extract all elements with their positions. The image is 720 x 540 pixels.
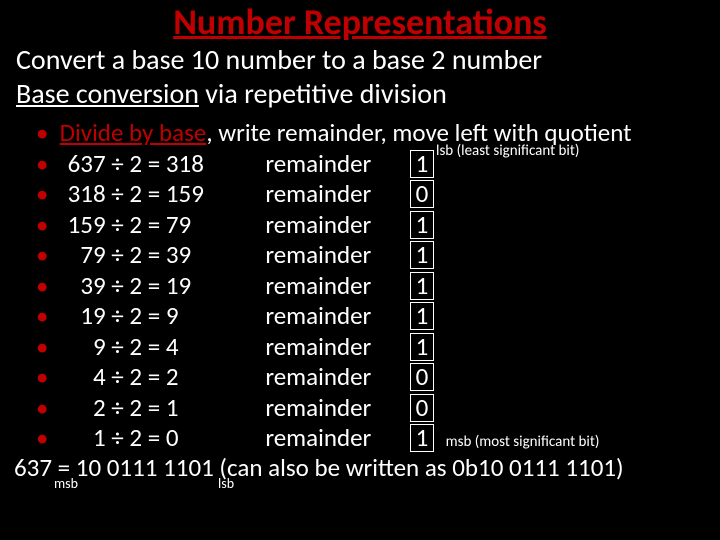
bullet-icon: • — [36, 118, 54, 149]
division-row: • 9 ÷ 2 = 4 remainder 1 — [36, 332, 720, 363]
lead-bullet: • Divide by base, write remainder, move … — [36, 118, 720, 149]
bullet-list: • Divide by base, write remainder, move … — [0, 110, 720, 454]
division-row: • 637 ÷ 2 = 318 remainder 1 — [36, 149, 720, 180]
lead-red: Divide by base — [60, 117, 207, 148]
division-row: • 4 ÷ 2 = 2 remainder 0 — [36, 362, 720, 393]
msb-note: msb (most significant bit) — [446, 433, 600, 451]
bullet-icon: • — [36, 179, 54, 210]
remainder-bit: 1 — [410, 333, 434, 361]
bullet-icon: • — [36, 301, 54, 332]
bullet-icon: • — [36, 362, 54, 393]
division-row: • 159 ÷ 2 = 79 remainder 1 — [36, 210, 720, 241]
remainder-bit: 0 — [410, 363, 434, 391]
remainder-bit: 0 — [410, 394, 434, 422]
sub-labels: msb lsb — [0, 481, 720, 499]
slide-title: Number Representations — [0, 0, 720, 42]
bullet-icon: • — [36, 149, 54, 180]
division-row: • 1 ÷ 2 = 0 remainder 1 msb (most signif… — [36, 423, 720, 454]
remainder-bit: 0 — [410, 180, 434, 208]
bullet-icon: • — [36, 393, 54, 424]
remainder-bit: 1 — [410, 241, 434, 269]
bullet-icon: • — [36, 332, 54, 363]
division-row: • 2 ÷ 2 = 1 remainder 0 — [36, 393, 720, 424]
division-row: • 19 ÷ 2 = 9 remainder 1 — [36, 301, 720, 332]
subtitle-underlined: Base conversion — [16, 76, 199, 111]
subtitle-line-2: Base conversion via repetitive division — [0, 78, 720, 110]
slide: { "title": "Number Representations", "su… — [0, 0, 720, 540]
remainder-bit: 1 — [410, 150, 434, 178]
msb-label: msb — [54, 475, 78, 492]
subtitle-line-1: Convert a base 10 number to a base 2 num… — [0, 44, 720, 76]
division-row: • 79 ÷ 2 = 39 remainder 1 — [36, 240, 720, 271]
division-row: • 318 ÷ 2 = 159 remainder 0 — [36, 179, 720, 210]
remainder-bit: 1 — [410, 302, 434, 330]
remainder-bit: 1 — [410, 272, 434, 300]
remainder-bit: 1 — [410, 424, 434, 452]
final-line: 637 = 10 0111 1101 (can also be written … — [0, 454, 720, 482]
division-row: • 39 ÷ 2 = 19 remainder 1 — [36, 271, 720, 302]
remainder-bit: 1 — [410, 211, 434, 239]
bullet-icon: • — [36, 240, 54, 271]
bullet-icon: • — [36, 423, 54, 454]
bullet-icon: • — [36, 210, 54, 241]
lsb-label: lsb — [218, 475, 234, 492]
bullet-icon: • — [36, 271, 54, 302]
subtitle-rest: via repetitive division — [199, 76, 447, 111]
